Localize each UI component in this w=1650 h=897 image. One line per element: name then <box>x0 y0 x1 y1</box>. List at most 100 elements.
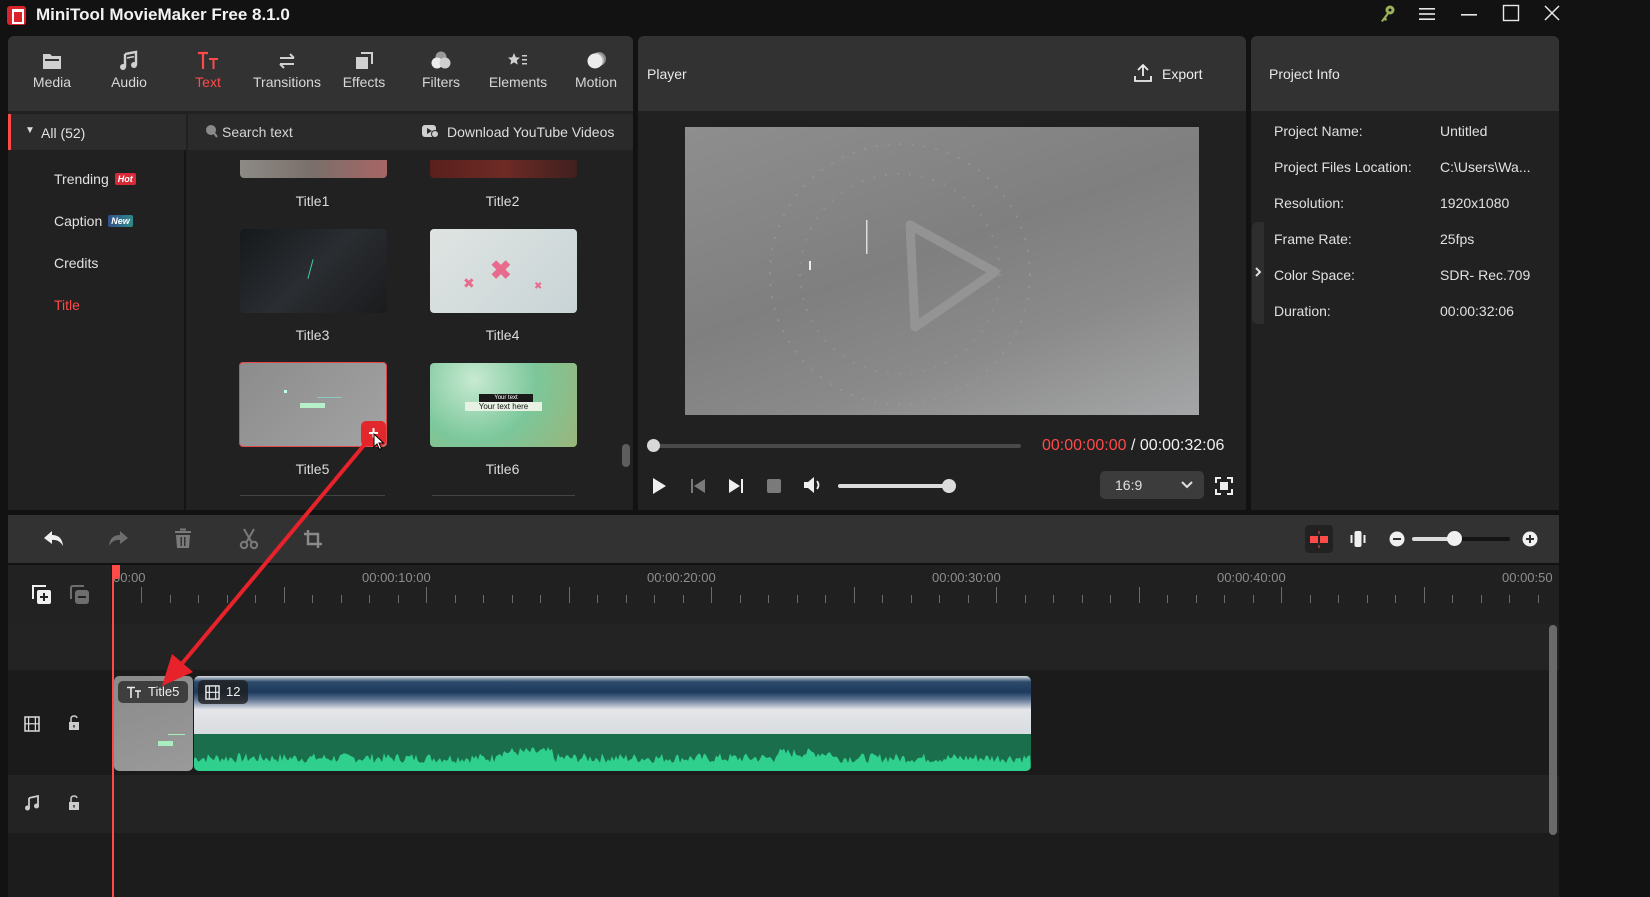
ruler-label: 00:00:10:00 <box>362 570 431 585</box>
audio-track <box>8 775 1559 833</box>
ruler-tick <box>312 595 313 603</box>
ruler-tick <box>369 595 370 603</box>
add-track-button[interactable] <box>31 584 53 611</box>
tab-transitions[interactable]: Transitions <box>247 48 327 90</box>
tab-filters[interactable]: Filters <box>403 48 479 90</box>
play-button[interactable] <box>651 477 667 500</box>
video-frame-thumbnail <box>407 676 514 734</box>
ruler-tick <box>1138 587 1140 603</box>
ruler-tick <box>198 595 199 603</box>
title-clip[interactable]: Title5 <box>114 676 193 771</box>
minimize-icon[interactable] <box>1454 4 1484 28</box>
title1-thumbnail[interactable] <box>240 160 387 178</box>
ruler-tick <box>1452 595 1453 603</box>
ruler-tick <box>1480 595 1482 603</box>
timeline-zoom-handle[interactable] <box>1447 531 1462 546</box>
layers-icon <box>356 52 373 69</box>
minus-circle-icon <box>1389 531 1405 547</box>
volume-icon <box>804 477 820 493</box>
ruler-tick <box>483 595 484 603</box>
playhead[interactable] <box>112 565 114 897</box>
duration-value: 00:00:32:06 <box>1440 303 1514 319</box>
project-name-value: Untitled <box>1440 123 1488 139</box>
title2-thumbnail[interactable] <box>430 160 577 178</box>
aspect-ratio-select[interactable]: 16:9 <box>1100 471 1204 499</box>
split-button[interactable] <box>239 528 259 555</box>
title6-thumbnail[interactable]: Your text Your text here <box>430 363 577 447</box>
key-icon[interactable] <box>1372 4 1402 28</box>
title4-thumbnail[interactable]: ✖ ✖ ✖ <box>430 229 577 313</box>
volume-slider[interactable] <box>838 484 950 488</box>
video-frame-thumbnail <box>726 676 834 734</box>
audio-track-lock-icon[interactable] <box>67 795 81 816</box>
undo-button[interactable] <box>43 529 65 554</box>
skip-forward-icon <box>729 479 743 493</box>
playback-progress-handle[interactable] <box>647 439 660 452</box>
maximize-icon[interactable] <box>1496 4 1526 28</box>
ruler-tick <box>255 595 256 603</box>
youtube-download-icon <box>422 124 439 144</box>
video-frame-thumbnail <box>939 676 1031 734</box>
ruler-tick <box>825 595 826 603</box>
video-clip[interactable]: 12 <box>194 676 1031 771</box>
crop-button[interactable] <box>303 529 323 554</box>
film-icon <box>205 685 220 700</box>
fit-icon <box>1350 531 1366 547</box>
current-time: 00:00:00:00 <box>1042 437 1127 454</box>
search-icon <box>205 124 219 143</box>
ruler-tick <box>568 587 570 603</box>
export-icon <box>1134 63 1152 82</box>
skip-back-icon <box>691 479 705 493</box>
ruler-tick <box>1423 587 1425 603</box>
fit-timeline-button[interactable] <box>1350 530 1366 553</box>
category-credits[interactable]: Credits <box>54 255 98 271</box>
tab-effects[interactable]: Effects <box>326 48 402 90</box>
delete-button[interactable] <box>173 528 193 555</box>
remove-track-button[interactable] <box>69 584 91 611</box>
panel-collapse-handle[interactable] <box>1252 222 1264 324</box>
category-caption[interactable]: Caption New <box>54 213 133 229</box>
playhead-handle[interactable] <box>112 565 120 579</box>
ruler-tick <box>1309 595 1311 603</box>
search-input[interactable] <box>222 121 392 143</box>
zoom-out-button[interactable] <box>1389 531 1405 552</box>
category-all[interactable]: ▼ All (52) <box>8 114 186 150</box>
category-title[interactable]: Title <box>54 297 80 313</box>
timeline-scrollbar[interactable] <box>1549 625 1557 835</box>
menu-icon[interactable] <box>1412 4 1442 28</box>
redo-button[interactable] <box>107 529 129 554</box>
tab-elements[interactable]: Elements <box>480 48 556 90</box>
star-list-icon <box>508 53 527 65</box>
ruler-tick <box>711 587 712 603</box>
video-track-lock-icon[interactable] <box>67 715 81 736</box>
ruler-tick <box>1224 595 1225 603</box>
mouse-cursor-icon <box>373 432 385 456</box>
timecode: 00:00:00:00 / 00:00:32:06 <box>1042 437 1225 454</box>
tab-audio[interactable]: Audio <box>91 48 167 90</box>
category-trending[interactable]: Trending Hot <box>54 171 136 187</box>
library-scrollbar[interactable] <box>622 444 630 467</box>
tab-media[interactable]: Media <box>14 48 90 90</box>
fullscreen-button[interactable] <box>1215 477 1233 500</box>
stop-button[interactable] <box>766 478 782 499</box>
title5-label: Title5 <box>295 461 330 477</box>
ruler-tick <box>340 595 342 603</box>
zoom-in-button[interactable] <box>1522 531 1538 552</box>
title3-thumbnail[interactable] <box>240 229 387 313</box>
ruler-tick <box>910 595 912 603</box>
volume-slider-handle[interactable] <box>942 479 956 493</box>
timeline-ruler[interactable]: 00:00 00:00:10:00 00:00:20:00 00:00:30:00 00… <box>113 565 1553 623</box>
previous-frame-button[interactable] <box>690 477 706 500</box>
close-icon[interactable] <box>1537 4 1567 28</box>
download-youtube-link[interactable]: Download YouTube Videos <box>447 124 614 140</box>
tab-motion[interactable]: Motion <box>558 48 634 90</box>
snap-toggle-button[interactable] <box>1305 525 1333 553</box>
title1-label: Title1 <box>295 193 330 209</box>
tab-text[interactable]: Text <box>170 48 246 90</box>
ruler-tick <box>1053 595 1054 603</box>
ruler-tick <box>1509 595 1510 603</box>
next-frame-button[interactable] <box>728 477 744 500</box>
volume-button[interactable] <box>803 476 825 499</box>
ruler-tick <box>739 595 741 603</box>
playback-progress-track[interactable] <box>653 444 1021 448</box>
